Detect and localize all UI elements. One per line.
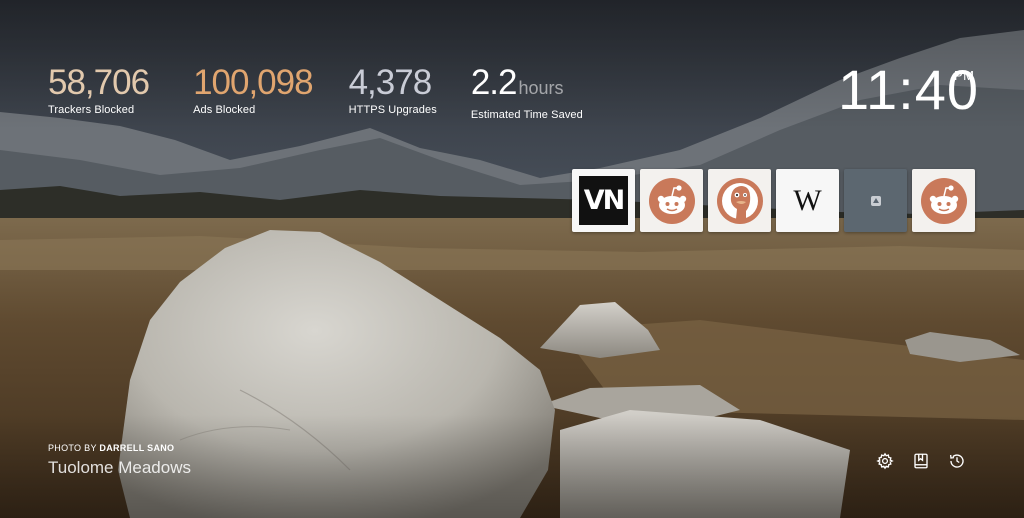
reddit-icon: [648, 177, 695, 224]
stat-https-upgrades: 4,378 HTTPS Upgrades: [349, 64, 437, 121]
photo-credit-byline: PHOTO BY DARRELL SANO: [48, 443, 191, 453]
photo-credit-prefix: PHOTO BY: [48, 443, 97, 453]
photo-credit-author[interactable]: DARRELL SANO: [99, 443, 174, 453]
top-site-reddit-2[interactable]: [912, 169, 975, 232]
favicon-icon: [870, 195, 881, 206]
stat-time-saved: 2.2 hours Estimated Time Saved: [470, 64, 583, 122]
stat-unit: hours: [518, 78, 564, 98]
new-tab-page: 58,706 Trackers Blocked 100,098 Ads Bloc…: [0, 0, 1024, 518]
clock-ampm: PM: [954, 68, 975, 83]
stat-number: 2.2: [470, 63, 518, 102]
top-site-wikipedia[interactable]: W: [776, 169, 839, 232]
settings-button[interactable]: [875, 451, 895, 471]
stat-ads-blocked: 100,098 Ads Blocked: [193, 63, 314, 121]
stat-label: Trackers Blocked: [48, 104, 135, 116]
stats-panel: 58,706 Trackers Blocked 100,098 Ads Bloc…: [48, 63, 617, 122]
bookmarks-icon: [914, 453, 928, 469]
wikipedia-icon: W: [793, 183, 822, 217]
reddit-icon: [920, 177, 967, 224]
stat-value: 4,378: [349, 64, 437, 102]
stat-label: Ads Blocked: [193, 104, 256, 116]
history-button[interactable]: [947, 451, 967, 471]
settings-icon: [876, 452, 894, 470]
top-sites: VN W: [572, 169, 975, 232]
bookmarks-button[interactable]: [911, 451, 931, 471]
stat-label: Estimated Time Saved: [470, 109, 583, 121]
vn-logo: VN: [579, 176, 628, 225]
stat-value: 100,098: [193, 63, 314, 102]
stat-number: 4,378: [348, 63, 433, 102]
duckduckgo-icon: [716, 177, 763, 224]
stat-value: 2.2 hours: [471, 64, 583, 107]
photo-location: Tuolome Meadows: [48, 458, 191, 477]
stat-value: 58,706: [48, 63, 150, 102]
top-site-reddit[interactable]: [640, 169, 703, 232]
stat-trackers-blocked: 58,706 Trackers Blocked: [48, 63, 150, 121]
footer-actions: [875, 451, 967, 471]
top-site-unknown[interactable]: [844, 169, 907, 232]
stat-number: 58,706: [48, 63, 150, 102]
clock: 11:40 PM: [838, 60, 979, 120]
history-icon: [949, 454, 964, 468]
stat-label: HTTPS Upgrades: [348, 104, 437, 116]
stat-number: 100,098: [193, 63, 314, 102]
top-site-vn[interactable]: VN: [572, 169, 635, 232]
top-site-duckduckgo[interactable]: [708, 169, 771, 232]
photo-credit: PHOTO BY DARRELL SANO Tuolome Meadows: [48, 443, 191, 478]
